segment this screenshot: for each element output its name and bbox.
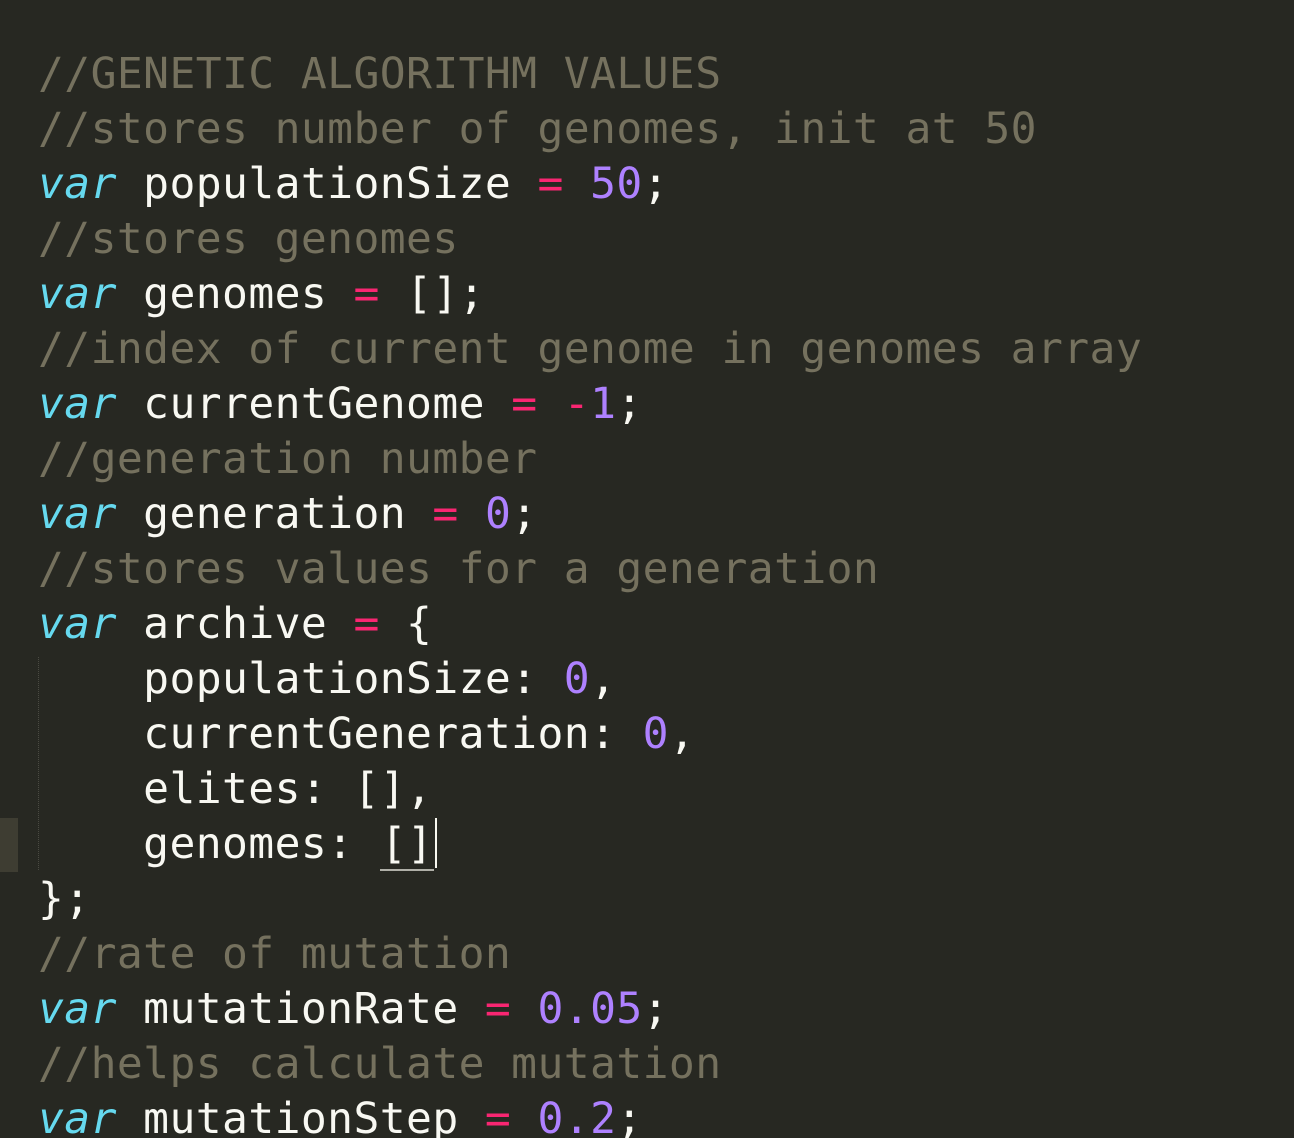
code-token-punct: ; <box>642 159 669 209</box>
code-token-punct: ; <box>616 1094 643 1138</box>
code-token-keyword: var <box>38 379 117 429</box>
code-area[interactable]: //GENETIC ALGORITHM VALUES//stores numbe… <box>38 47 1142 1138</box>
code-line[interactable]: //stores number of genomes, init at 50 <box>38 102 1142 157</box>
code-token-number: 0.2 <box>537 1094 617 1138</box>
code-line[interactable]: var genomes = []; <box>38 267 1142 322</box>
code-line[interactable]: //stores genomes <box>38 212 1142 267</box>
code-line[interactable]: var populationSize = 50; <box>38 157 1142 212</box>
code-token-ident: archive <box>116 599 354 649</box>
code-line[interactable]: //generation number <box>38 432 1142 487</box>
code-token-ident <box>511 984 537 1034</box>
code-token-ident: populationSize <box>116 159 538 209</box>
code-token-ident: generation <box>116 489 433 539</box>
code-token-comment: //stores number of genomes, init at 50 <box>38 104 1037 154</box>
code-line[interactable]: genomes: [] <box>38 817 1142 872</box>
code-line[interactable]: var generation = 0; <box>38 487 1142 542</box>
code-token-ident: mutationStep <box>116 1094 485 1138</box>
code-token-number: 0 <box>484 489 512 539</box>
code-line[interactable]: var archive = { <box>38 597 1142 652</box>
code-token-op: = <box>484 1094 512 1138</box>
code-token-keyword: var <box>38 1094 117 1138</box>
code-token-ident: currentGenome <box>116 379 512 429</box>
code-token-punct: { <box>379 599 433 649</box>
code-line[interactable]: //stores values for a generation <box>38 542 1142 597</box>
code-token-punct: []; <box>379 269 485 319</box>
code-line[interactable]: //helps calculate mutation <box>38 1037 1142 1092</box>
code-token-op: = <box>484 984 512 1034</box>
code-token-comment: //GENETIC ALGORITHM VALUES <box>38 49 722 99</box>
code-token-op: = <box>353 599 380 649</box>
code-line[interactable]: }; <box>38 872 1142 927</box>
code-token-ident <box>511 1094 537 1138</box>
code-token-keyword: var <box>38 984 117 1034</box>
code-token-ident: genomes: <box>38 819 380 869</box>
code-token-punct: ; <box>511 489 538 539</box>
code-line[interactable]: currentGeneration: 0, <box>38 707 1142 762</box>
code-line[interactable]: populationSize: 0, <box>38 652 1142 707</box>
code-token-comment: //stores genomes <box>38 214 459 264</box>
code-line[interactable]: //index of current genome in genomes arr… <box>38 322 1142 377</box>
code-token-keyword: var <box>38 159 117 209</box>
code-token-ident: genomes <box>116 269 354 319</box>
code-token-number: 1 <box>590 379 617 429</box>
code-token-number: 0.05 <box>537 984 643 1034</box>
code-token-ident: currentGeneration: <box>38 709 643 759</box>
code-token-comment: //index of current genome in genomes arr… <box>38 324 1143 374</box>
code-token-punct: ; <box>616 379 643 429</box>
code-line[interactable]: //rate of mutation <box>38 927 1142 982</box>
code-token-keyword: var <box>38 489 117 539</box>
code-token-number: 50 <box>590 159 643 209</box>
code-line[interactable]: elites: [], <box>38 762 1142 817</box>
code-token-ident <box>564 159 590 209</box>
code-token-ident: mutationRate <box>116 984 485 1034</box>
code-token-ident <box>538 379 564 429</box>
code-token-punct: , <box>668 709 696 759</box>
code-editor[interactable]: //GENETIC ALGORITHM VALUES//stores numbe… <box>0 0 1294 1138</box>
text-cursor <box>435 818 438 868</box>
code-line[interactable]: var mutationStep = 0.2; <box>38 1092 1142 1138</box>
code-token-ident: populationSize: <box>38 654 564 704</box>
code-token-number: 0 <box>642 709 669 759</box>
code-token-punct: }; <box>38 874 91 924</box>
code-token-op: - <box>563 379 591 429</box>
code-token-comment: //helps calculate mutation <box>38 1039 722 1089</box>
code-line[interactable]: var mutationRate = 0.05; <box>38 982 1142 1037</box>
code-token-op: = <box>537 159 564 209</box>
code-line[interactable]: //GENETIC ALGORITHM VALUES <box>38 47 1142 102</box>
code-token-punct: , <box>590 654 617 704</box>
code-token-keyword: var <box>38 269 117 319</box>
matched-brackets: [] <box>379 819 435 871</box>
code-token-comment: //stores values for a generation <box>38 544 880 594</box>
code-line[interactable]: var currentGenome = -1; <box>38 377 1142 432</box>
code-token-comment: //generation number <box>38 434 538 484</box>
code-token-keyword: var <box>38 599 117 649</box>
code-token-op: = <box>432 489 459 539</box>
current-line-gutter-marker <box>0 818 18 872</box>
code-token-punct: ; <box>642 984 669 1034</box>
code-token-number: 0 <box>563 654 591 704</box>
code-token-op: = <box>511 379 538 429</box>
code-token-ident <box>459 489 485 539</box>
code-token-comment: //rate of mutation <box>38 929 512 979</box>
code-token-ident: elites: [], <box>38 764 433 814</box>
code-token-op: = <box>353 269 380 319</box>
